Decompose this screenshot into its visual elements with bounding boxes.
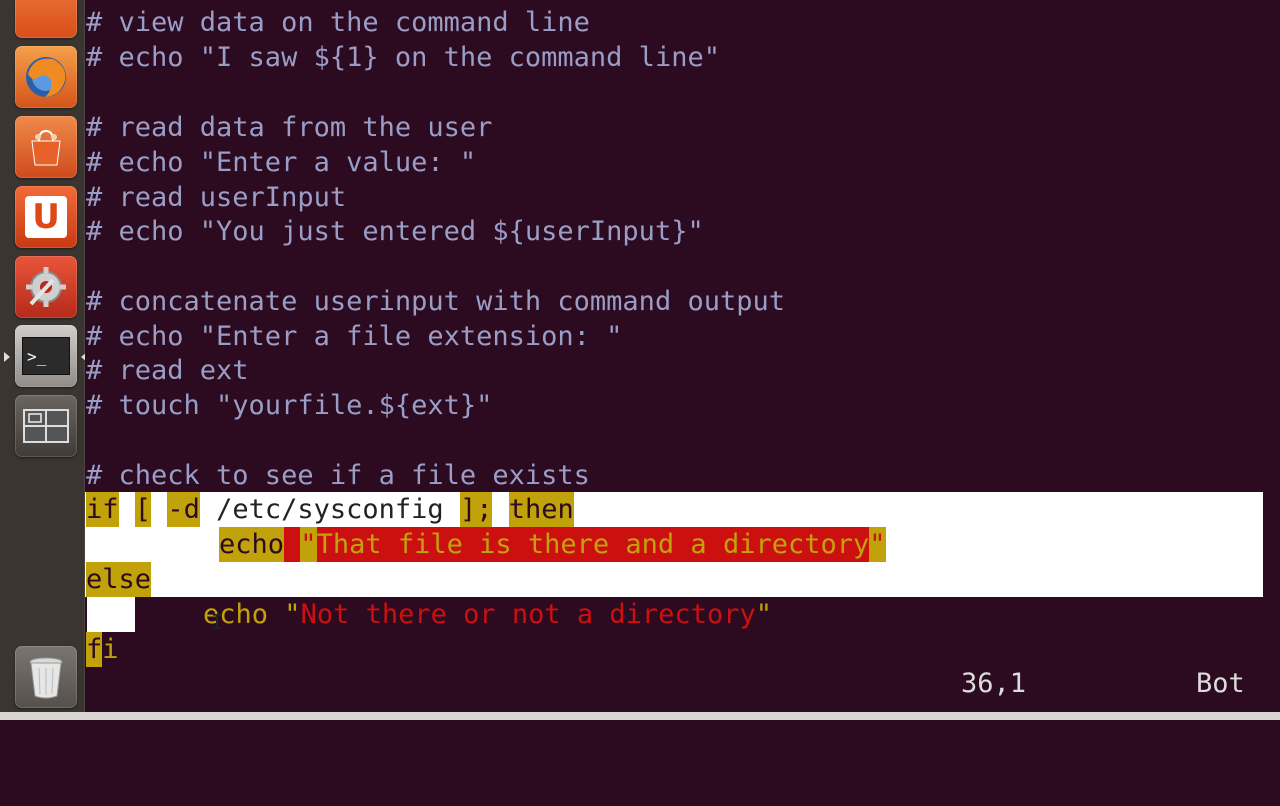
code-line: # read data from the user bbox=[86, 112, 493, 143]
firefox-icon[interactable] bbox=[15, 46, 77, 108]
bracket-open: [ bbox=[134, 492, 152, 527]
bracket-close: ]; bbox=[459, 492, 493, 527]
code-line: # read ext bbox=[86, 355, 249, 386]
string-text: That file is there and a directory bbox=[316, 527, 870, 562]
code-line: # echo "Enter a value: " bbox=[86, 147, 477, 178]
vim-status-line: 36,1 Bot bbox=[85, 666, 1280, 701]
code-line: # echo "I saw ${1} on the command line" bbox=[86, 42, 720, 73]
keyword-fi-rest: i bbox=[102, 634, 119, 665]
keyword-then: then bbox=[508, 492, 574, 527]
cursor-position: 36,1 bbox=[961, 668, 1027, 699]
quote-close: " bbox=[869, 527, 886, 562]
code-line: # echo "Enter a file extension: " bbox=[86, 321, 623, 352]
string-text: Not there or not a directory bbox=[300, 599, 756, 630]
code-line-if: if [ -d /etc/sysconfig ]; then bbox=[86, 492, 574, 527]
keyword-fi-cursor: f bbox=[86, 632, 103, 667]
path-text: /etc/sysconfig bbox=[216, 494, 444, 525]
workspace-switcher-icon[interactable] bbox=[15, 395, 77, 457]
partial-app-icon[interactable] bbox=[15, 0, 77, 38]
code-line: # touch "yourfile.${ext}" bbox=[86, 390, 493, 421]
vim-editor[interactable]: # view data on the command line # echo "… bbox=[85, 0, 1280, 712]
code-line: # echo "You just entered ${userInput}" bbox=[86, 216, 704, 247]
quote-open: " bbox=[300, 527, 317, 562]
code-line: # read userInput bbox=[86, 182, 347, 213]
keyword-echo: echo bbox=[219, 527, 285, 562]
system-settings-icon[interactable] bbox=[15, 256, 77, 318]
code-line: # view data on the command line bbox=[86, 7, 590, 38]
unity-launcher: U >_ bbox=[0, 0, 87, 720]
quote-close: " bbox=[755, 599, 772, 630]
code-line-else: else bbox=[86, 562, 152, 597]
code-line: # check to see if a file exists bbox=[86, 460, 590, 491]
software-center-icon[interactable] bbox=[15, 116, 77, 178]
ubuntu-one-icon[interactable]: U bbox=[15, 186, 77, 248]
test-flag: -d bbox=[167, 492, 200, 527]
code-line-echo-1: echo "That file is there and a directory… bbox=[86, 527, 886, 562]
quote-open: " bbox=[284, 599, 301, 630]
bottom-edge bbox=[0, 712, 1280, 720]
code-line-fi: fi bbox=[86, 632, 119, 667]
mouse-ibeam-cursor: Ι bbox=[211, 610, 224, 634]
keyword-if: if bbox=[86, 492, 119, 527]
code-line: # concatenate userinput with command out… bbox=[86, 286, 785, 317]
code-line-echo-2: echo "Not there or not a directory" bbox=[86, 597, 772, 632]
scroll-position: Bot bbox=[1196, 668, 1245, 699]
trash-icon[interactable] bbox=[15, 646, 77, 708]
terminal-icon[interactable]: >_ bbox=[4, 325, 87, 387]
keyword-else: else bbox=[86, 562, 152, 597]
